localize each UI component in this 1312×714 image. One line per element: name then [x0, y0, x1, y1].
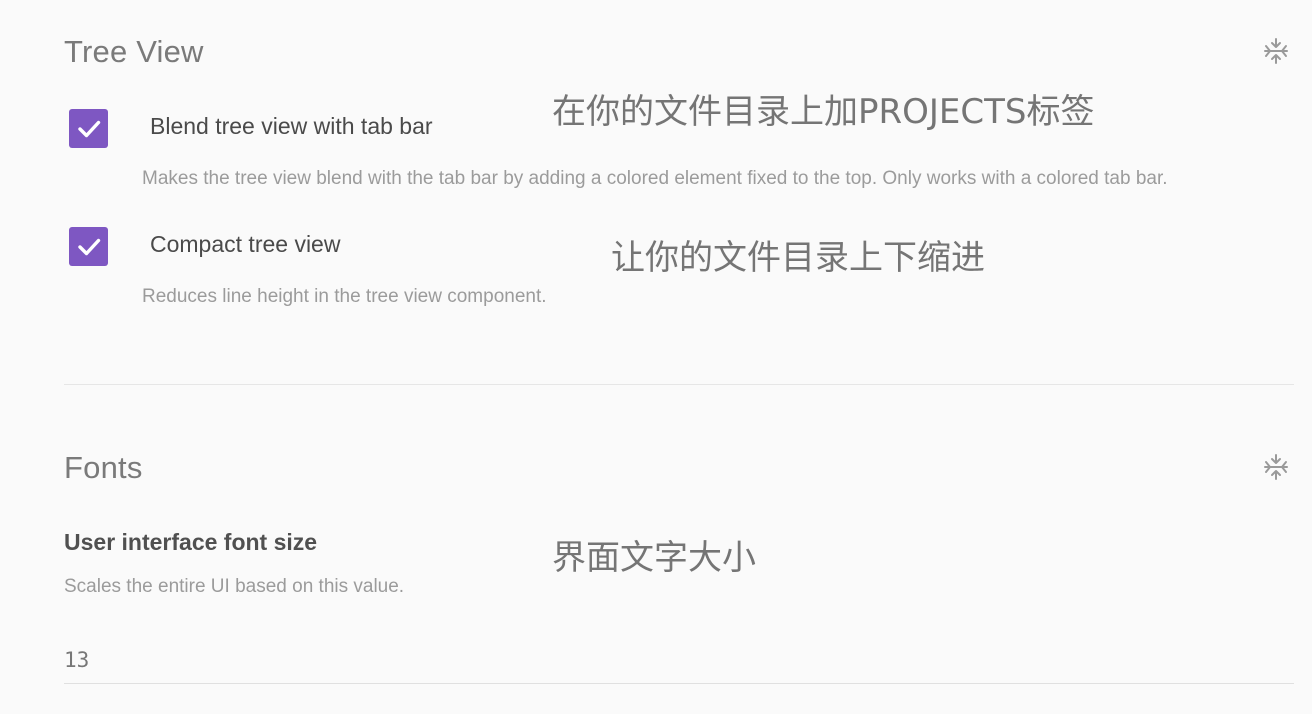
compact-tree-view-label[interactable]: Compact tree view	[150, 231, 340, 258]
ui-font-size-input[interactable]	[64, 630, 1294, 684]
tree-view-section-title: Tree View	[64, 34, 204, 69]
collapse-icon	[1264, 38, 1288, 64]
compact-tree-view-description: Reduces line height in the tree view com…	[142, 286, 547, 307]
blend-tree-view-label[interactable]: Blend tree view with tab bar	[150, 113, 433, 140]
tree-view-collapse-button[interactable]	[1262, 37, 1290, 65]
compact-tree-view-checkbox[interactable]	[69, 227, 108, 266]
annotation-projects-label: 在你的文件目录上加PROJECTS标签	[552, 92, 1095, 132]
fonts-section-title: Fonts	[64, 450, 143, 485]
ui-font-size-description: Scales the entire UI based on this value…	[64, 576, 405, 597]
collapse-icon	[1264, 454, 1288, 480]
ui-font-size-label: User interface font size	[64, 529, 318, 555]
blend-tree-view-checkbox[interactable]	[69, 109, 108, 148]
checkmark-icon	[77, 238, 100, 255]
annotation-ui-font-size: 界面文字大小	[552, 538, 756, 578]
fonts-collapse-button[interactable]	[1262, 453, 1290, 481]
blend-tree-view-description: Makes the tree view blend with the tab b…	[142, 168, 1168, 189]
settings-page: Tree View Blend tree view with tab bar M…	[0, 0, 1312, 714]
checkmark-icon	[77, 120, 100, 137]
annotation-compact-indent: 让你的文件目录上下缩进	[611, 238, 985, 278]
section-divider	[64, 384, 1294, 385]
